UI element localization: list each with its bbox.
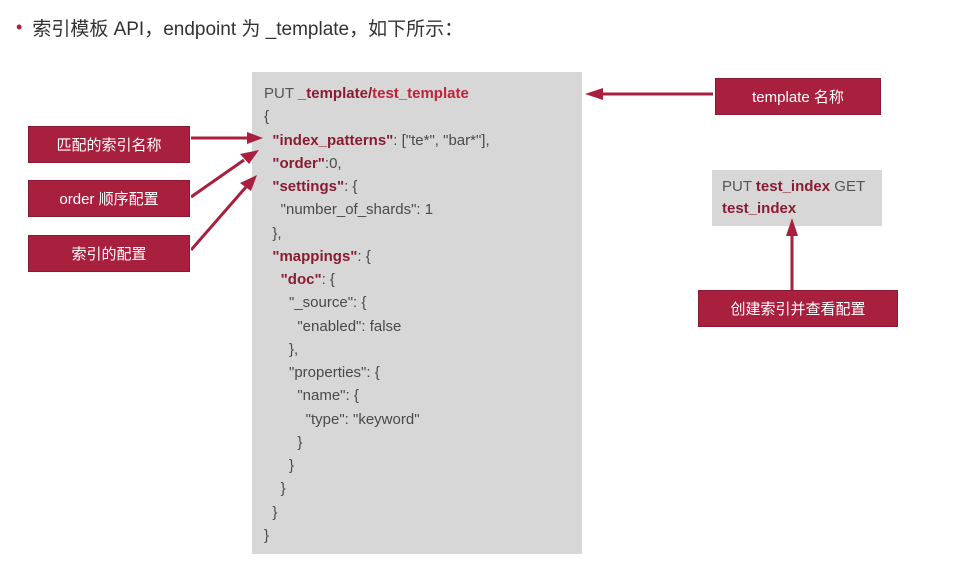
code-k-patterns: "index_patterns" [272,132,393,149]
code-line: }, [264,341,298,358]
code-line: } [264,457,294,474]
arrow-match-icon [191,130,263,146]
code-line: } [264,504,277,521]
code-line: } [264,527,269,544]
arrow-settings-icon [191,175,263,257]
code-v-mappings: : { [357,248,370,265]
small-get-idx: test_index [722,200,796,217]
code-k-order: "order" [272,155,325,172]
code-v-order: :0, [325,155,342,172]
bullet-icon: • [16,17,22,38]
title-row: • 索引模板 API，endpoint 为 _template，如下所示： [16,14,463,41]
code-v-patterns: : ["te*", "bar*"], [393,132,489,149]
code-line: "number_of_shards": 1 [264,201,433,218]
label-settings: 索引的配置 [28,235,190,272]
arrow-create-icon [784,218,800,290]
code-line: { [264,108,269,125]
code-v-doc: : { [322,271,335,288]
small-put: PUT [722,178,756,195]
code-k-mappings: "mappings" [272,248,357,265]
code-line: "properties": { [264,364,380,381]
arrow-tplname-icon [585,86,713,102]
code-line: "type": "keyword" [264,411,420,428]
code-tpl-name: test_template [372,85,469,102]
code-line: } [264,480,286,497]
page-title: 索引模板 API，endpoint 为 _template，如下所示： [32,14,463,41]
code-line: } [264,434,302,451]
code-k-settings: "settings" [272,178,344,195]
code-tpl-path: _template [298,85,368,102]
code-line: "enabled": false [264,318,401,335]
small-put-idx: test_index [756,178,830,195]
code-line: }, [264,225,282,242]
small-get: GET [834,178,865,195]
code-block-main: PUT _template/test_template { "index_pat… [252,72,582,554]
label-match: 匹配的索引名称 [28,126,190,163]
label-order: order 顺序配置 [28,180,190,217]
code-line: "name": { [264,387,359,404]
code-put: PUT [264,85,298,102]
label-create: 创建索引并查看配置 [698,290,898,327]
label-tplname: template 名称 [715,78,881,115]
code-line: "_source": { [264,294,366,311]
code-k-doc: "doc" [281,271,322,288]
code-v-settings: : { [344,178,357,195]
